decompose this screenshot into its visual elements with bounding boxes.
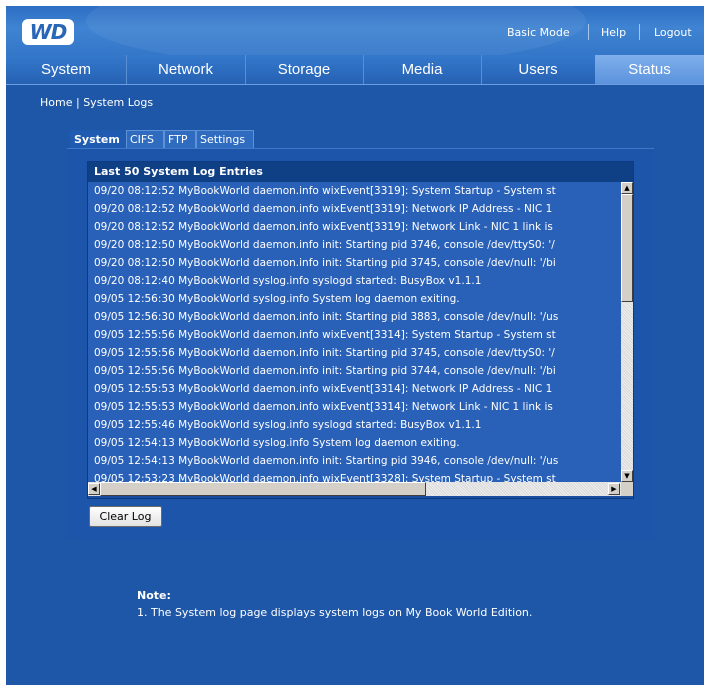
- log-entry: 09/05 12:55:46 MyBookWorld syslog.info s…: [94, 419, 482, 431]
- logout-link[interactable]: Logout: [654, 26, 692, 39]
- subtab-settings[interactable]: Settings: [196, 130, 254, 148]
- note-item: 1. The System log page displays system l…: [137, 606, 533, 619]
- log-panel: Last 50 System Log Entries 09/20 08:12:5…: [67, 148, 654, 539]
- log-entry: 09/05 12:54:13 MyBookWorld syslog.info S…: [94, 437, 460, 449]
- log-entry: 09/20 08:12:52 MyBookWorld daemon.info w…: [94, 221, 553, 233]
- note-title: Note:: [137, 589, 171, 602]
- scroll-right-icon[interactable]: ▶: [608, 483, 620, 495]
- log-entry: 09/05 12:55:56 MyBookWorld daemon.info w…: [94, 329, 556, 341]
- log-list: 09/20 08:12:52 MyBookWorld daemon.info w…: [88, 182, 621, 482]
- main-nav: System Network Storage Media Users Statu…: [6, 55, 704, 85]
- log-entry: 09/20 08:12:50 MyBookWorld daemon.info i…: [94, 239, 555, 251]
- nav-tab-media[interactable]: Media: [363, 55, 482, 84]
- basic-mode-link[interactable]: Basic Mode: [507, 26, 570, 39]
- horizontal-scrollbar[interactable]: ◀ ▶: [88, 482, 621, 496]
- log-entry: 09/20 08:12:40 MyBookWorld syslog.info s…: [94, 275, 482, 287]
- log-entry: 09/05 12:55:56 MyBookWorld daemon.info i…: [94, 347, 555, 359]
- nav-tab-users[interactable]: Users: [481, 55, 596, 84]
- header-divider: [588, 24, 589, 40]
- wd-logo: WD: [22, 19, 74, 45]
- help-link[interactable]: Help: [601, 26, 626, 39]
- breadcrumb-current: System Logs: [83, 96, 154, 109]
- log-entry: 09/05 12:55:53 MyBookWorld daemon.info w…: [94, 401, 553, 413]
- clear-log-button[interactable]: Clear Log: [89, 506, 162, 527]
- vertical-scroll-thumb[interactable]: [621, 194, 633, 302]
- log-entry: 09/05 12:56:30 MyBookWorld daemon.info i…: [94, 311, 559, 323]
- nav-tab-status[interactable]: Status: [595, 55, 704, 84]
- log-entry: 09/20 08:12:50 MyBookWorld daemon.info i…: [94, 257, 556, 269]
- subtab-system[interactable]: System: [70, 130, 126, 148]
- header-bar: WD Basic Mode Help Logout: [6, 6, 704, 66]
- breadcrumb: Home | System Logs: [40, 96, 153, 109]
- log-entry: 09/20 08:12:52 MyBookWorld daemon.info w…: [94, 185, 556, 197]
- log-entry: 09/05 12:56:30 MyBookWorld syslog.info S…: [94, 293, 460, 305]
- subtab-ftp[interactable]: FTP: [164, 130, 196, 148]
- nav-tab-storage[interactable]: Storage: [245, 55, 364, 84]
- log-entry: 09/05 12:55:53 MyBookWorld daemon.info w…: [94, 383, 553, 395]
- log-entry: 09/05 12:55:56 MyBookWorld daemon.info i…: [94, 365, 556, 377]
- breadcrumb-home-link[interactable]: Home: [40, 96, 72, 109]
- log-entry: 09/05 12:54:13 MyBookWorld daemon.info i…: [94, 455, 559, 467]
- horizontal-scroll-thumb[interactable]: [100, 482, 426, 496]
- log-entry: 09/20 08:12:52 MyBookWorld daemon.info w…: [94, 203, 553, 215]
- log-title: Last 50 System Log Entries: [88, 162, 633, 182]
- scroll-left-icon[interactable]: ◀: [88, 483, 100, 495]
- nav-tab-system[interactable]: System: [6, 55, 127, 84]
- nav-tab-network[interactable]: Network: [126, 55, 246, 84]
- page-frame: WD Basic Mode Help Logout System Network…: [6, 6, 704, 685]
- header-divider: [639, 24, 640, 40]
- log-box: Last 50 System Log Entries 09/20 08:12:5…: [87, 161, 634, 499]
- breadcrumb-separator: |: [75, 96, 80, 109]
- subtab-cifs[interactable]: CIFS: [126, 130, 164, 148]
- scroll-down-icon[interactable]: ▼: [621, 470, 633, 482]
- vertical-scrollbar[interactable]: ▲ ▼: [621, 182, 633, 482]
- scrollbar-corner: [621, 482, 633, 496]
- scroll-up-icon[interactable]: ▲: [621, 182, 633, 194]
- log-entry: 09/05 12:53:23 MyBookWorld daemon.info w…: [94, 473, 556, 482]
- note-section: Note: 1. The System log page displays sy…: [137, 589, 532, 619]
